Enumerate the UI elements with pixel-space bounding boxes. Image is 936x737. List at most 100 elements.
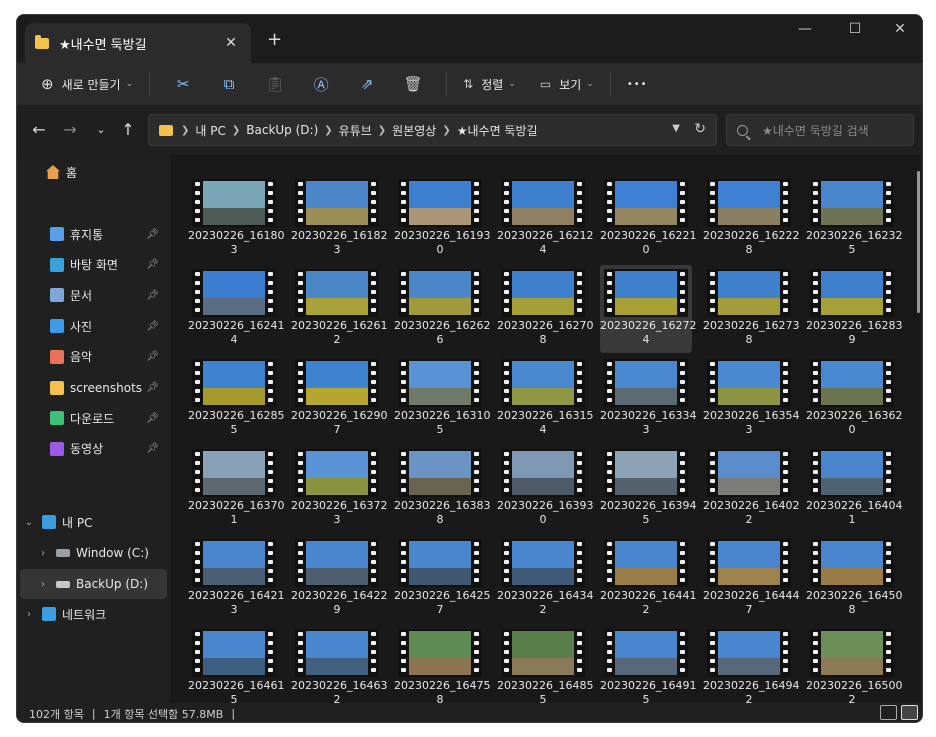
address-bar[interactable]: ❯ 내 PC ❯ BackUp (D:) ❯ 유튜브 ❯ 원본영상 ❯ ★내수면… <box>148 114 717 146</box>
sidebar-item-home[interactable]: 홈 <box>20 157 167 187</box>
file-tile[interactable]: 20230226_16425 7 <box>394 535 490 623</box>
file-tile[interactable]: 20230226_16485 5 <box>497 625 593 703</box>
collapsed-chevron-icon[interactable]: › <box>34 548 52 559</box>
refresh-icon[interactable]: ↻ <box>694 121 706 137</box>
file-tile[interactable]: 20230226_16290 7 <box>291 355 387 443</box>
thumbnail-ground <box>203 388 265 405</box>
new-button[interactable]: ⊕ 새로 만들기 ⌄ <box>35 68 139 100</box>
file-name: 20230226_16290 7 <box>291 409 387 437</box>
collapsed-chevron-icon[interactable]: › <box>20 609 38 620</box>
thumbnail-ground <box>718 658 780 675</box>
collapsed-chevron-icon[interactable]: › <box>34 579 52 590</box>
file-tile[interactable]: 20230226_16404 1 <box>806 445 902 533</box>
file-tile[interactable]: 20230226_16393 0 <box>497 445 593 533</box>
file-tile[interactable]: 20230226_16273 8 <box>703 265 799 353</box>
file-tile[interactable]: 20230226_16394 5 <box>600 445 696 533</box>
file-tile[interactable]: 20230226_16180 3 <box>188 175 284 263</box>
minimize-button[interactable]: — <box>782 21 828 37</box>
file-tile[interactable]: 20230226_16422 9 <box>291 535 387 623</box>
sidebar-item-this-pc[interactable]: ⌄ 내 PC <box>20 507 167 537</box>
large-icons-view-icon[interactable] <box>901 705 918 720</box>
file-tile[interactable]: 20230226_16362 0 <box>806 355 902 443</box>
file-tile[interactable]: 20230226_16494 2 <box>703 625 799 703</box>
file-tile[interactable]: 20230226_16232 5 <box>806 175 902 263</box>
file-tile[interactable]: 20230226_16315 4 <box>497 355 593 443</box>
breadcrumb-youtube[interactable]: 유튜브 <box>339 122 372 139</box>
file-tile[interactable]: 20230226_16310 5 <box>394 355 490 443</box>
cut-icon[interactable]: ✂ <box>160 68 206 100</box>
file-tile[interactable]: 20230226_16354 3 <box>703 355 799 443</box>
file-tile[interactable]: 20230226_16283 9 <box>806 265 902 353</box>
breadcrumb-original-videos[interactable]: 원본영상 <box>392 122 436 139</box>
breadcrumb-backup-drive[interactable]: BackUp (D:) <box>246 123 318 137</box>
file-tile[interactable]: 20230226_16182 3 <box>291 175 387 263</box>
file-tile[interactable]: 20230226_16463 2 <box>291 625 387 703</box>
sidebar-item-pictures[interactable]: 사진 📌︎ <box>20 311 167 341</box>
file-tile[interactable]: 20230226_16222 8 <box>703 175 799 263</box>
maximize-button[interactable]: ☐ <box>832 21 878 37</box>
address-history-chevron-icon[interactable]: ▼ <box>672 123 680 134</box>
file-tile[interactable]: 20230226_16500 2 <box>806 625 902 703</box>
file-tile[interactable]: 20230226_16372 3 <box>291 445 387 533</box>
delete-icon[interactable]: 🗑︎ <box>390 68 436 100</box>
file-name-line: 20230226_16461 <box>188 679 285 692</box>
tab-current-folder[interactable]: ★내수면 둑방길 ✕ <box>25 23 251 63</box>
expanded-chevron-icon[interactable]: ⌄ <box>20 517 38 528</box>
sidebar-item-desktop[interactable]: 바탕 화면 📌︎ <box>20 250 167 280</box>
share-icon[interactable]: ⇗ <box>344 68 390 100</box>
file-tile[interactable]: 20230226_16475 8 <box>394 625 490 703</box>
sidebar-item-downloads[interactable]: 다운로드 📌︎ <box>20 403 167 433</box>
file-tile[interactable]: 20230226_16441 2 <box>600 535 696 623</box>
sort-button[interactable]: ⇅ 정렬 ⌄ <box>457 68 522 100</box>
file-tile[interactable]: 20230226_16383 8 <box>394 445 490 533</box>
chevron-down-icon: ⌄ <box>508 79 516 89</box>
view-button[interactable]: ▭ 보기 ⌄ <box>534 68 600 100</box>
sidebar-item-window-c[interactable]: › Window (C:) <box>20 538 167 568</box>
file-tile[interactable]: 20230226_16434 2 <box>497 535 593 623</box>
close-tab-icon[interactable]: ✕ <box>221 35 241 51</box>
film-strip-perforation <box>574 629 585 677</box>
file-tile[interactable]: 20230226_16461 5 <box>188 625 285 703</box>
file-tile[interactable]: 20230226_16270 8 <box>497 265 593 353</box>
file-tile[interactable]: 20230226_16450 8 <box>806 535 902 623</box>
copy-icon[interactable]: ⧉ <box>206 68 252 100</box>
sidebar-item-documents[interactable]: 문서 📌︎ <box>20 280 167 310</box>
sidebar-item-videos[interactable]: 동영상 📌︎ <box>20 434 167 464</box>
close-window-button[interactable]: ✕ <box>877 21 922 37</box>
sidebar-item-folder[interactable]: screenshots 📌︎ <box>20 373 167 403</box>
file-tile[interactable]: 20230226_16402 2 <box>703 445 799 533</box>
sidebar-item-backup-d[interactable]: › BackUp (D:) <box>20 569 167 599</box>
vertical-scrollbar[interactable] <box>917 171 920 313</box>
file-name-line: 2 <box>642 603 650 616</box>
forward-arrow-icon[interactable]: → <box>58 120 82 139</box>
new-tab-button[interactable]: + <box>267 29 282 50</box>
recent-locations-chevron-icon[interactable]: ⌄ <box>89 123 113 136</box>
file-tile[interactable]: 20230226_16285 5 <box>188 355 284 443</box>
details-view-icon[interactable] <box>880 705 897 720</box>
breadcrumb-current-folder[interactable]: ★내수면 둑방길 <box>457 122 538 139</box>
thumbnail-sky <box>409 541 471 569</box>
breadcrumb-this-pc[interactable]: 내 PC <box>195 122 225 139</box>
back-arrow-icon[interactable]: ← <box>27 120 51 139</box>
paste-icon[interactable]: 📋︎ <box>252 68 298 100</box>
file-tile[interactable]: 20230226_16241 4 <box>188 265 284 353</box>
file-tile[interactable]: 20230226_16491 5 <box>600 625 696 703</box>
file-tile[interactable]: 20230226_16193 0 <box>394 175 490 263</box>
more-options-button[interactable]: ••• <box>621 68 654 100</box>
file-tile[interactable]: 20230226_16262 6 <box>394 265 490 353</box>
file-tile[interactable]: 20230226_16221 0 <box>600 175 696 263</box>
file-tile[interactable]: 20230226_16370 1 <box>188 445 284 533</box>
up-arrow-icon[interactable]: ↑ <box>116 120 140 139</box>
file-tile[interactable]: 20230226_16261 2 <box>291 265 387 353</box>
search-box[interactable]: ★내수면 둑방길 검색 <box>726 114 914 146</box>
video-thumbnail <box>810 539 894 587</box>
sidebar-item-recycle-bin[interactable]: 휴지통 📌︎ <box>20 219 167 249</box>
file-tile[interactable]: 20230226_16444 7 <box>703 535 799 623</box>
file-tile[interactable]: 20230226_16272 4 <box>600 265 696 353</box>
sidebar-item-network[interactable]: › 네트워크 <box>20 599 167 629</box>
file-tile[interactable]: 20230226_16212 4 <box>497 175 593 263</box>
file-tile[interactable]: 20230226_16421 3 <box>188 535 284 623</box>
sidebar-item-music[interactable]: 음악 📌︎ <box>20 342 167 372</box>
file-tile[interactable]: 20230226_16334 3 <box>600 355 696 443</box>
rename-icon[interactable]: Ⓐ <box>298 68 344 100</box>
